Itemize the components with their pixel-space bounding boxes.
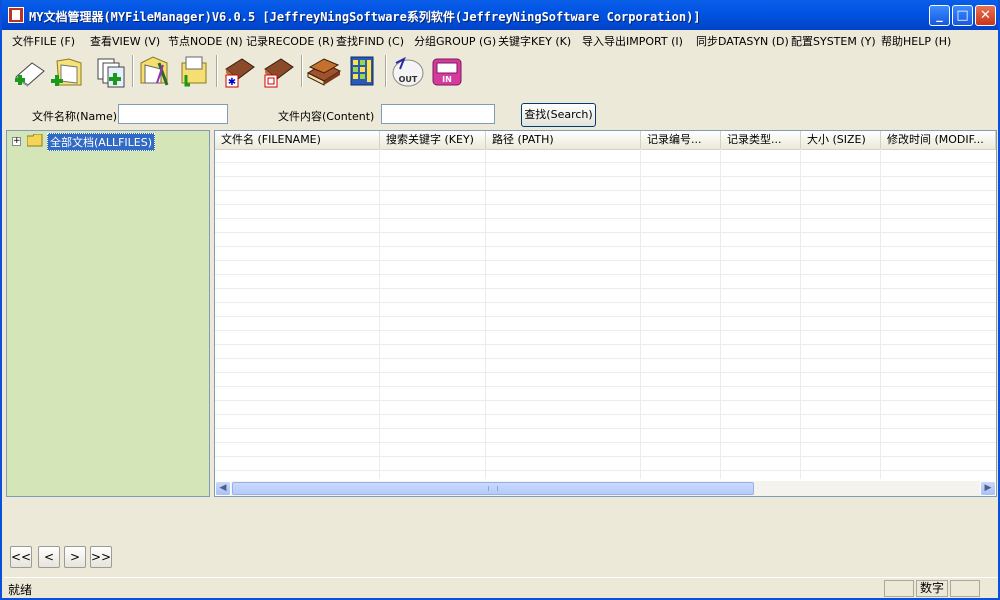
column-key[interactable]: 搜索关键字 (KEY)	[380, 131, 486, 149]
name-input[interactable]	[118, 104, 228, 124]
main-window: MY文档管理器(MYFileManager)V6.0.5 [JeffreyNin…	[0, 0, 1000, 600]
prev-page-button[interactable]: <	[38, 546, 60, 568]
tree-expander[interactable]: +	[12, 137, 21, 146]
scroll-grip	[488, 486, 498, 491]
chevron-right-icon: ▶	[984, 483, 992, 493]
toolbar-separator	[216, 55, 218, 87]
column-filename[interactable]: 文件名 (FILENAME)	[215, 131, 380, 149]
edit-record-button[interactable]	[137, 53, 173, 89]
add-node-icon	[15, 62, 45, 87]
grid-divider	[379, 149, 380, 479]
grid-view-icon	[350, 56, 374, 86]
export-label: OUT	[399, 75, 418, 84]
name-label: 文件名称(Name)	[32, 110, 118, 123]
status-panel-scroll	[950, 580, 980, 597]
close-icon: ✕	[980, 8, 991, 23]
search-button[interactable]: 查找(Search)	[521, 103, 596, 127]
maximize-icon: □	[956, 8, 969, 23]
menu-find[interactable]: 查找FIND (C)	[336, 33, 404, 49]
menu-key[interactable]: 关键字KEY (K)	[498, 33, 571, 49]
status-bar: 就绪 数字	[4, 577, 998, 599]
scroll-thumb[interactable]	[232, 482, 754, 495]
toolbar-separator	[132, 55, 134, 87]
status-panel-num: 数字	[916, 580, 948, 597]
grid-divider	[880, 149, 881, 479]
open-record-button[interactable]	[176, 53, 212, 89]
scroll-right-button[interactable]: ▶	[980, 481, 996, 496]
folder-icon	[27, 134, 43, 147]
column-modified[interactable]: 修改时间 (MODIF...	[881, 131, 996, 149]
column-record-number[interactable]: 记录编号...	[641, 131, 721, 149]
minimize-icon: _	[936, 8, 943, 23]
import-label: IN	[442, 75, 452, 84]
add-folder-icon	[51, 58, 82, 86]
minimize-button[interactable]: _	[929, 5, 950, 26]
books-button[interactable]	[306, 53, 342, 89]
edit-group-icon	[264, 58, 294, 88]
column-path[interactable]: 路径 (PATH)	[486, 131, 641, 149]
app-icon[interactable]	[8, 7, 24, 23]
export-button[interactable]: OUT	[390, 53, 426, 89]
content-input[interactable]	[381, 104, 495, 124]
grid-divider	[640, 149, 641, 479]
last-page-button[interactable]: >>	[90, 546, 112, 568]
open-record-icon	[181, 56, 207, 87]
add-node-button[interactable]	[12, 53, 48, 89]
content-label: 文件内容(Content)	[278, 110, 375, 123]
window-title: MY文档管理器(MYFileManager)V6.0.5 [JeffreyNin…	[29, 10, 701, 24]
first-page-button[interactable]: <<	[10, 546, 32, 568]
edit-record-icon	[140, 56, 169, 86]
title-bar[interactable]: MY文档管理器(MYFileManager)V6.0.5 [JeffreyNin…	[2, 0, 998, 30]
books-icon	[306, 58, 342, 86]
file-list[interactable]: 文件名 (FILENAME) 搜索关键字 (KEY) 路径 (PATH) 记录编…	[214, 130, 997, 497]
tree-item-allfiles[interactable]: 全部文档(ALLFILES)	[47, 133, 155, 151]
maximize-button[interactable]: □	[952, 5, 973, 26]
add-record-button[interactable]	[92, 53, 128, 89]
menu-datasyn[interactable]: 同步DATASYN (D)	[696, 33, 789, 49]
grid-divider	[800, 149, 801, 479]
column-size[interactable]: 大小 (SIZE)	[801, 131, 881, 149]
import-button[interactable]: IN	[429, 53, 465, 89]
svg-text:✱: ✱	[228, 77, 236, 88]
add-folder-button[interactable]	[51, 53, 87, 89]
toolbar-separator	[385, 55, 387, 87]
edit-group-button[interactable]	[261, 53, 297, 89]
menu-view[interactable]: 查看VIEW (V)	[90, 33, 160, 49]
chevron-left-icon: ◀	[219, 483, 227, 493]
grid-divider	[485, 149, 486, 479]
grid-view-button[interactable]	[345, 53, 381, 89]
status-panel-caps	[884, 580, 914, 597]
menu-group[interactable]: 分组GROUP (G)	[414, 33, 496, 49]
menu-node[interactable]: 节点NODE (N)	[168, 33, 243, 49]
grid-rows	[215, 149, 996, 479]
grid-divider	[720, 149, 721, 479]
horizontal-scrollbar[interactable]: ◀ ▶	[215, 481, 996, 496]
column-record-type[interactable]: 记录类型...	[721, 131, 801, 149]
close-button[interactable]: ✕	[975, 5, 996, 26]
new-group-icon: ✱	[225, 58, 255, 88]
menu-import[interactable]: 导入导出IMPORT (I)	[582, 33, 683, 49]
import-icon: IN	[432, 58, 462, 86]
menu-system[interactable]: 配置SYSTEM (Y)	[791, 33, 876, 49]
add-record-icon	[97, 58, 125, 88]
toolbar-separator	[301, 55, 303, 87]
menu-help[interactable]: 帮助HELP (H)	[881, 33, 951, 49]
next-page-button[interactable]: >	[64, 546, 86, 568]
column-headers: 文件名 (FILENAME) 搜索关键字 (KEY) 路径 (PATH) 记录编…	[215, 131, 996, 150]
menu-record[interactable]: 记录RECODE (R)	[246, 33, 334, 49]
status-text: 就绪	[8, 583, 33, 597]
scroll-left-button[interactable]: ◀	[215, 481, 231, 496]
export-icon: OUT	[392, 56, 424, 87]
menu-file[interactable]: 文件FILE (F)	[12, 33, 75, 49]
toolbar: ✱ OUT IN	[4, 51, 998, 95]
new-group-button[interactable]: ✱	[222, 53, 258, 89]
folder-tree[interactable]: + 全部文档(ALLFILES)	[6, 130, 210, 497]
menu-bar: 文件FILE (F) 查看VIEW (V) 节点NODE (N) 记录RECOD…	[4, 30, 998, 50]
